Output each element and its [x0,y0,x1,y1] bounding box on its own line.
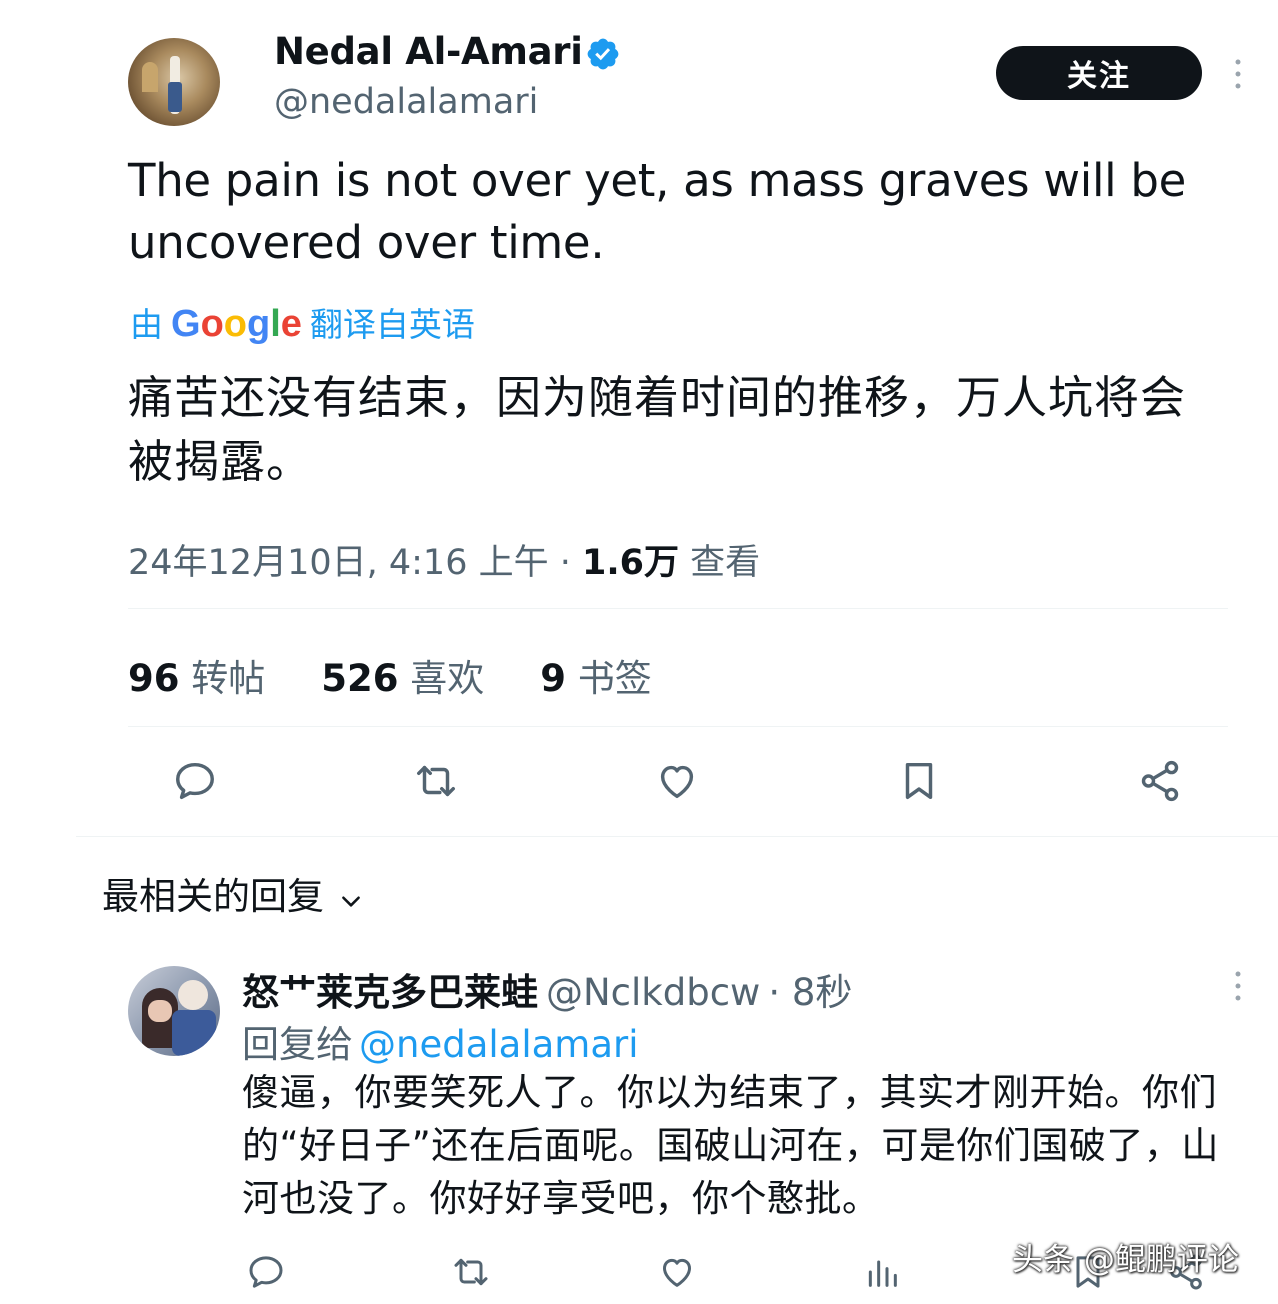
tweet-meta: 24年12月10日, 4:16 上午 · 1.6万 查看 [128,534,760,585]
reply-to-line: 回复给 @nedalalamari [242,1014,639,1068]
translation-attribution[interactable]: 由 Google 翻译自英语 [130,298,475,346]
tweet-date: 24年12月10日, 4:16 上午 · [128,543,571,583]
reply-author-name[interactable]: 怒艹莱克多巴莱蛙 [242,971,538,1014]
google-logo: Google [171,303,302,345]
reply-time: · 8秒 [768,971,853,1014]
more-options-icon[interactable] [1228,56,1248,92]
reply-to-handle[interactable]: @nedalalamari [359,1023,639,1066]
reply-views-icon[interactable] [862,1252,902,1292]
replies-sort-label: 最相关的回复 [102,875,324,918]
tweet-text: The pain is not over yet, as mass graves… [128,154,1187,269]
translated-text: 痛苦还没有结束，因为随着时间的推移，万人坑将会被揭露。 [128,371,1187,488]
repost-icon[interactable] [413,758,459,804]
reply-repost-icon[interactable] [451,1252,491,1292]
reply-to-prefix: 回复给 [242,1023,353,1066]
replies-sort-dropdown[interactable]: 最相关的回复 [102,866,364,920]
author-name[interactable]: Nedal Al-Amari [274,30,583,73]
reply-like-icon[interactable] [657,1252,697,1292]
reply-header: 怒艹莱克多巴莱蛙 @Nclkdbcw · 8秒 [242,962,852,1016]
reply-avatar[interactable] [128,966,220,1056]
chevron-down-icon [338,880,364,907]
engagement-stats: 96 转帖 526 喜欢 9 书签 [128,648,708,702]
reply-reply-icon[interactable] [246,1252,286,1292]
stat-likes[interactable]: 526 喜欢 [321,648,484,702]
divider [76,836,1278,837]
follow-button[interactable]: 关注 [996,46,1202,100]
bookmark-icon[interactable] [896,758,942,804]
share-icon[interactable] [1137,758,1183,804]
divider [128,608,1228,609]
reply-icon[interactable] [172,758,218,804]
divider [128,726,1228,727]
reply-text: 傻逼，你要笑死人了。你以为结束了，其实才刚开始。你们的“好日子”还在后面呢。国破… [242,1071,1219,1220]
reply-author-handle[interactable]: @Nclkdbcw [546,971,760,1014]
views-count: 1.6万 [581,543,679,583]
stat-reposts[interactable]: 96 转帖 [128,648,265,702]
translate-prefix: 由 [130,305,163,344]
author-avatar[interactable] [128,38,220,126]
like-icon[interactable] [654,758,700,804]
watermark: 头条 @鲲鹏评论 [1012,1242,1239,1278]
stat-bookmarks[interactable]: 9 书签 [540,648,652,702]
author-handle[interactable]: @nedalalamari [274,82,538,122]
reply-more-options-icon[interactable] [1228,968,1248,1004]
translate-suffix: 翻译自英语 [309,305,475,344]
verified-badge-icon [585,36,621,72]
views-label: 查看 [690,543,761,583]
